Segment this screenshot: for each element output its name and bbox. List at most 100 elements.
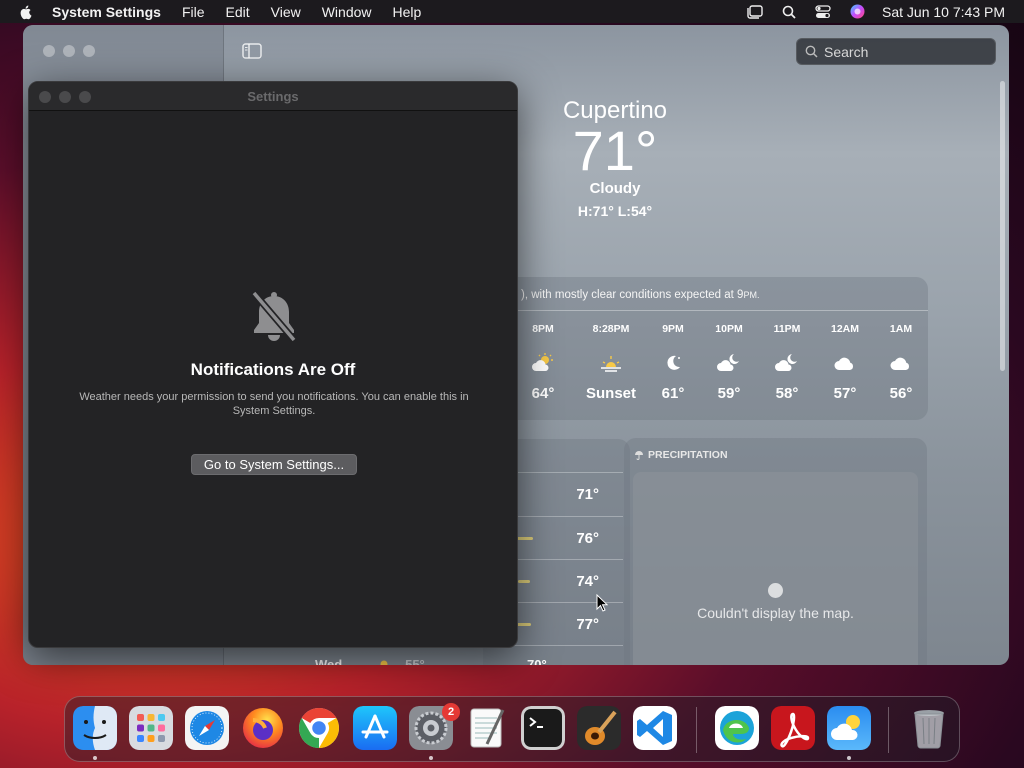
current-conditions: Cupertino 71° Cloudy H:71° L:54° — [510, 97, 720, 219]
dock-garageband-icon[interactable] — [577, 706, 621, 750]
dock-chrome-icon[interactable] — [297, 706, 341, 750]
daily-row-partial: Wed 55° 70° — [315, 657, 547, 665]
stage-manager-icon[interactable] — [746, 4, 764, 20]
precipitation-card: PRECIPITATION Couldn't display the map. — [624, 438, 927, 665]
hour-time: 8PM — [532, 323, 554, 335]
hour-time: 12AM — [830, 323, 859, 335]
dock-separator — [696, 707, 697, 753]
sun-icon — [380, 660, 388, 665]
zoom-button[interactable] — [83, 45, 95, 57]
dialog-title: Settings — [247, 89, 299, 104]
scrollbar[interactable] — [1000, 81, 1005, 371]
search-placeholder: Search — [824, 43, 869, 60]
notifications-heading: Notifications Are Off — [190, 360, 356, 379]
running-indicator — [93, 756, 97, 760]
dock-edge-icon[interactable] — [715, 706, 759, 750]
alert-icon — [768, 583, 783, 598]
spotlight-search-icon[interactable] — [780, 4, 798, 20]
dock-acrobat-icon[interactable] — [771, 706, 815, 750]
umbrella-icon — [635, 451, 643, 460]
settings-dialog: Settings Notifications Are Off Weather n… — [28, 81, 518, 648]
dock-launchpad-icon[interactable] — [129, 706, 173, 750]
menu-view[interactable]: View — [271, 4, 301, 20]
daily-high: 74° — [576, 573, 599, 590]
current-temperature: 71° — [572, 119, 658, 182]
dock-safari-icon[interactable] — [185, 706, 229, 750]
hour-item: 1AM 56° — [871, 323, 928, 402]
notification-badge: 2 — [442, 703, 460, 721]
hour-temperature: 56° — [889, 385, 913, 402]
hour-time: 11PM — [773, 323, 801, 335]
menu-help[interactable]: Help — [393, 4, 422, 20]
control-center-icon[interactable] — [814, 4, 832, 20]
hour-item: 12AM 57° — [815, 323, 875, 402]
menu-app-name[interactable]: System Settings — [52, 4, 161, 20]
high-low: H:71° L:54° — [577, 203, 653, 219]
forecast-summary: ), with mostly clear conditions expected… — [521, 289, 760, 301]
menu-bar-clock[interactable]: Sat Jun 10 7:43 PM — [882, 4, 1005, 20]
siri-icon[interactable] — [848, 4, 866, 20]
daily-high: 70° — [527, 657, 547, 665]
hour-temperature: 64° — [531, 385, 555, 402]
precipitation-map[interactable]: Couldn't display the map. — [633, 472, 918, 665]
running-indicator — [847, 756, 851, 760]
sunset-icon — [601, 356, 621, 372]
notifications-message: Weather needs your permission to send yo… — [79, 391, 469, 417]
temperature-range-bar — [518, 580, 530, 583]
cloud-icon — [834, 357, 854, 370]
dock-firefox-icon[interactable] — [241, 706, 285, 750]
hour-time: 1AM — [889, 323, 913, 335]
menu-bar-status: Sat Jun 10 7:43 PM — [746, 0, 1024, 23]
dock-textedit-icon[interactable] — [465, 706, 509, 750]
hour-item: 11PM 58° — [757, 323, 817, 402]
dialog-titlebar: Settings — [29, 82, 517, 111]
menu-file[interactable]: File — [182, 4, 205, 20]
hour-item: 8PM 64° — [513, 323, 573, 402]
close-button[interactable] — [43, 45, 55, 57]
menu-bar: System Settings File Edit View Window He… — [0, 0, 1024, 23]
hour-temperature: Sunset — [585, 385, 636, 402]
menu-edit[interactable]: Edit — [226, 4, 250, 20]
hour-item: 9PM 61° — [643, 323, 703, 402]
hour-time: 10PM — [715, 323, 743, 335]
hour-temperature: 59° — [717, 385, 741, 402]
dock-separator — [888, 707, 889, 753]
dock-terminal-icon[interactable] — [521, 706, 565, 750]
daily-low: 55° — [405, 657, 425, 665]
search-input[interactable]: Search — [796, 38, 996, 65]
hour-temperature: 61° — [661, 385, 685, 402]
menu-window[interactable]: Window — [322, 4, 372, 20]
divider — [483, 310, 928, 311]
dock-finder-icon[interactable] — [73, 706, 117, 750]
moon-cloud-icon — [717, 354, 739, 372]
daily-high: 77° — [576, 616, 599, 633]
hour-time: 9PM — [662, 323, 684, 335]
daily-high: 71° — [576, 486, 599, 503]
daily-high: 76° — [576, 530, 599, 547]
hour-item: 10PM 59° — [699, 323, 759, 402]
weather-window-controls — [43, 45, 95, 57]
hour-temperature: 58° — [775, 385, 799, 402]
current-condition: Cloudy — [589, 180, 641, 197]
mouse-cursor-icon — [596, 594, 608, 612]
dock: 2 — [64, 696, 960, 762]
running-indicator — [429, 756, 433, 760]
apple-menu-icon[interactable] — [18, 4, 34, 20]
sun-cloud-icon — [532, 353, 553, 372]
hour-item: 8:28PM Sunset — [578, 323, 644, 402]
dock-trash-icon[interactable] — [907, 706, 951, 750]
bell-slash-icon — [251, 290, 297, 343]
hourly-forecast-card: ), with mostly clear conditions expected… — [483, 277, 928, 420]
hour-temperature: 57° — [833, 385, 857, 402]
hour-time: 8:28PM — [592, 323, 630, 335]
sidebar-toggle-icon[interactable] — [241, 42, 263, 60]
go-to-system-settings-button[interactable]: Go to System Settings... — [191, 454, 357, 475]
dock-vscode-icon[interactable] — [633, 706, 677, 750]
cloud-icon — [890, 357, 910, 370]
moon-cloud-icon — [775, 354, 797, 372]
search-icon — [805, 45, 818, 58]
map-error-message: Couldn't display the map. — [697, 605, 854, 621]
minimize-button[interactable] — [63, 45, 75, 57]
dock-weather-icon[interactable] — [827, 706, 871, 750]
dock-app-store-icon[interactable] — [353, 706, 397, 750]
